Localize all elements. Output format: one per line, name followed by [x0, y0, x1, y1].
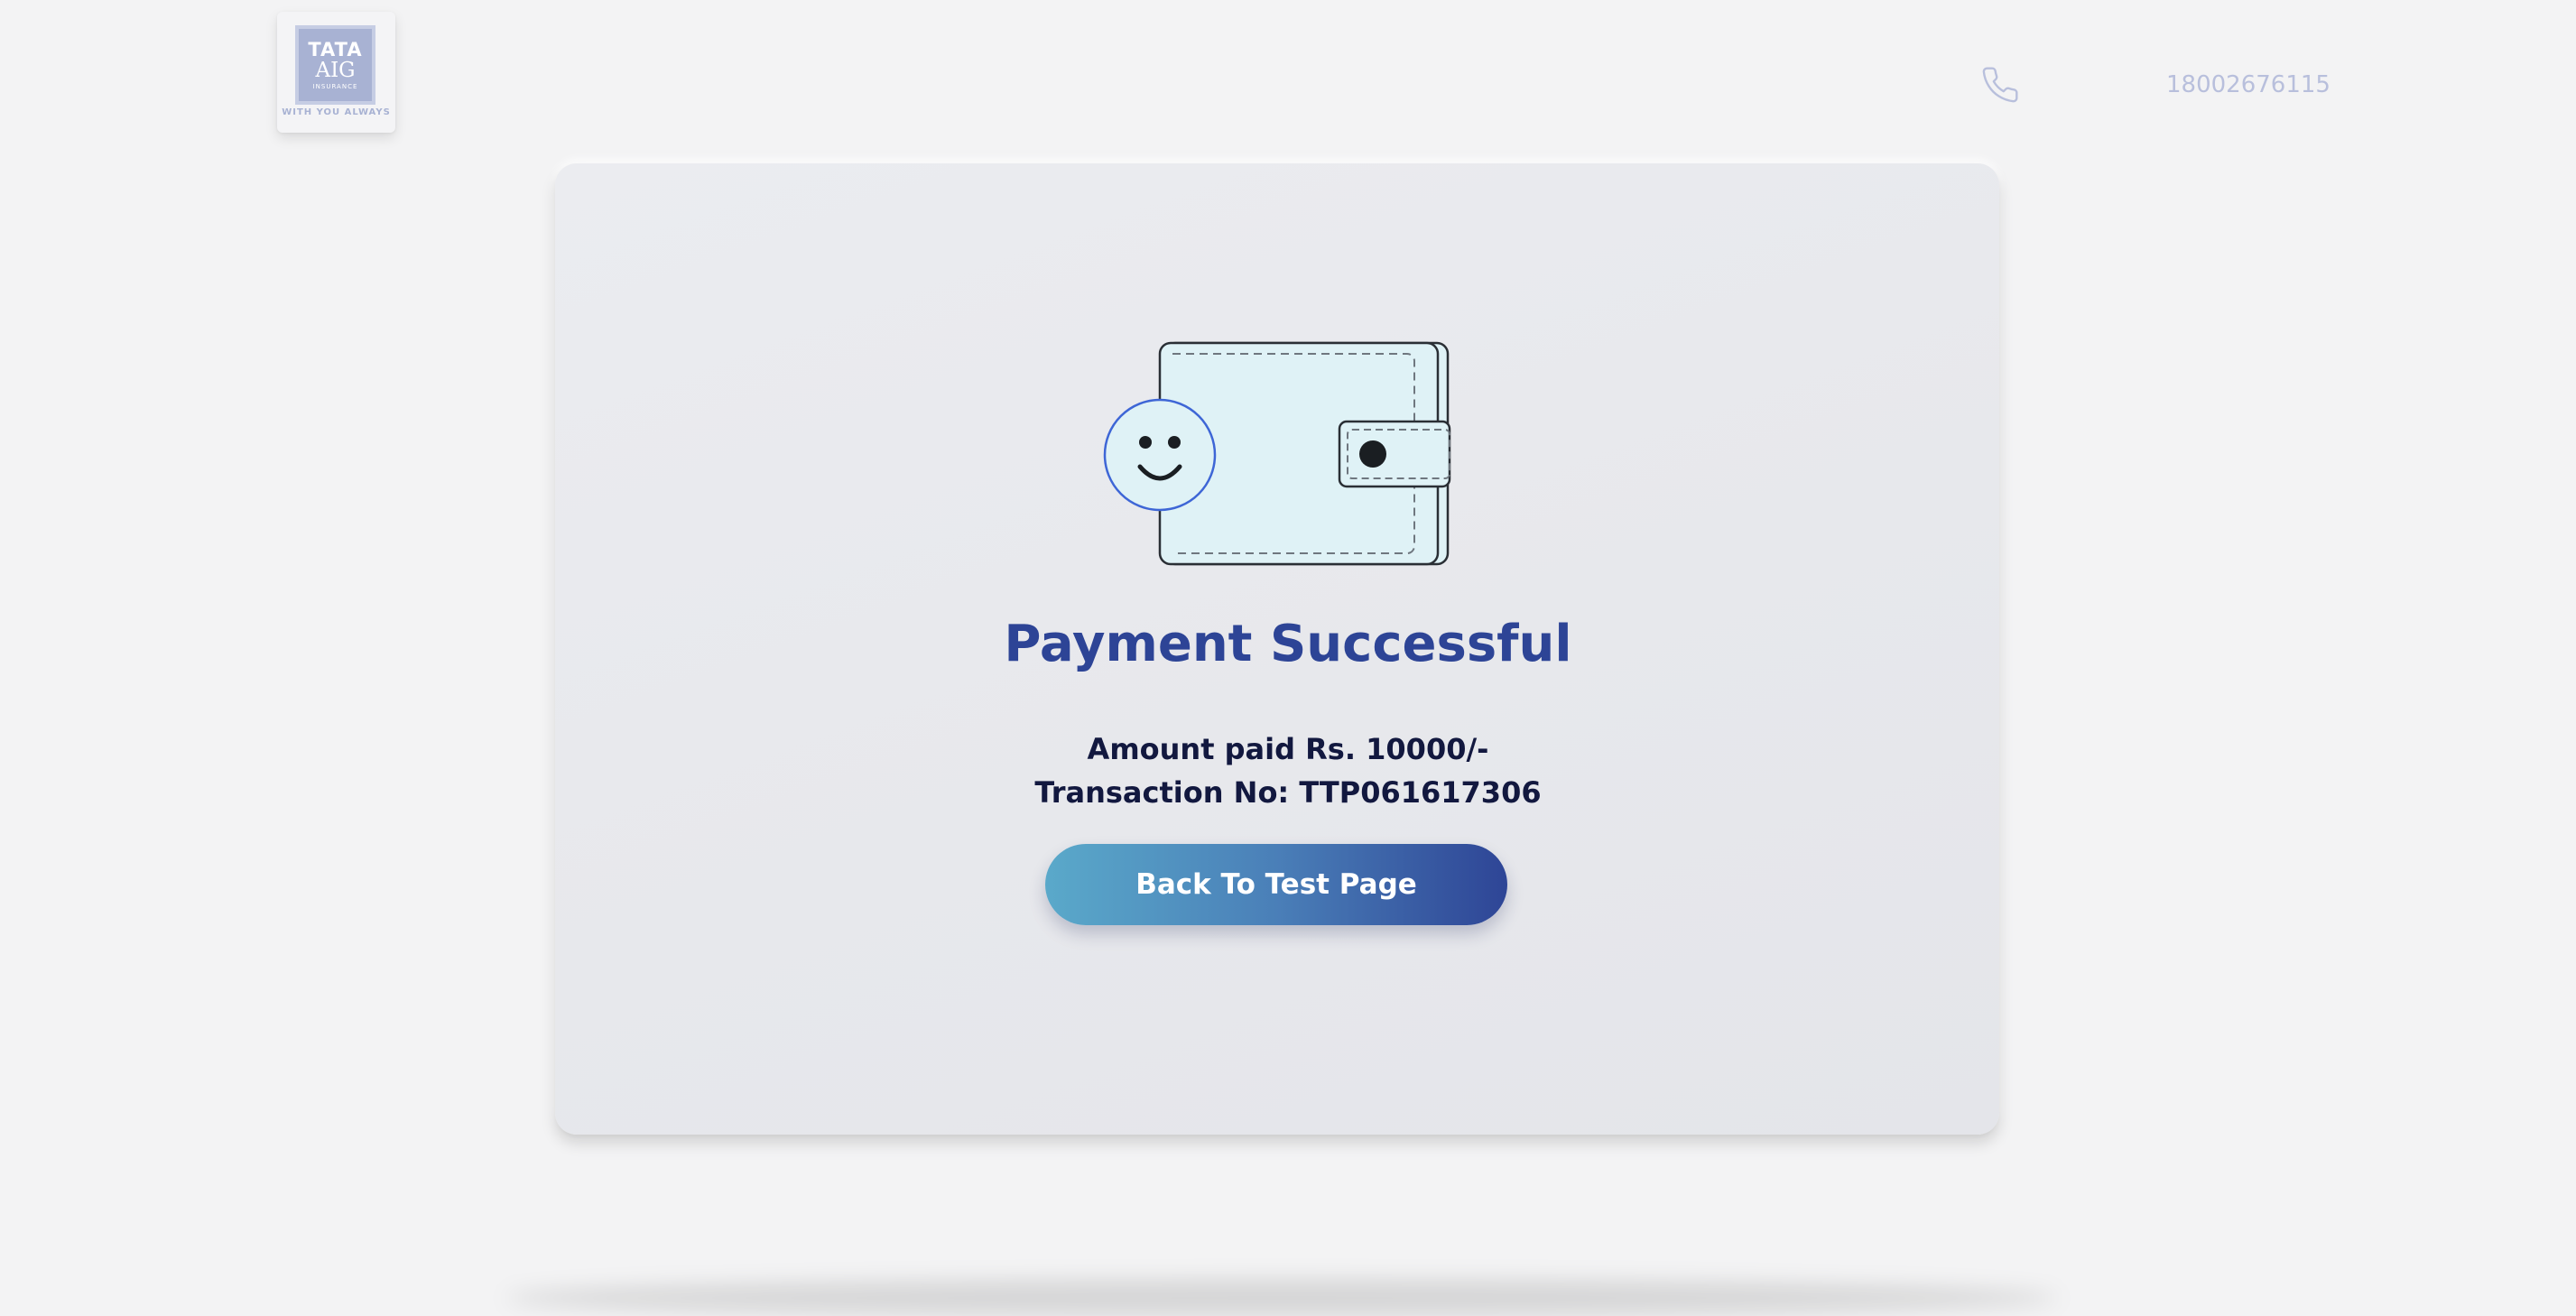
phone-number[interactable]: 18002676115	[2166, 69, 2330, 101]
payment-title: Payment Successful	[1004, 615, 1572, 673]
amount-paid-text: Amount paid Rs. 10000/-	[1087, 732, 1489, 766]
back-button-label: Back To Test Page	[1135, 868, 1417, 901]
back-to-test-page-button[interactable]: Back To Test Page	[1045, 844, 1507, 925]
logo-text-insurance: INSURANCE	[312, 82, 358, 90]
logo-text-tata: TATA	[308, 38, 363, 60]
logo-text-aig: AIG	[315, 58, 356, 82]
wallet-smiley-icon	[1103, 341, 1451, 566]
logo-tagline: WITH YOU ALWAYS	[282, 107, 391, 117]
logo-mark: TATA AIG INSURANCE	[295, 25, 375, 105]
transaction-number-text: Transaction No: TTP061617306	[1034, 775, 1542, 810]
phone-icon	[1982, 67, 2018, 103]
company-logo[interactable]: TATA AIG INSURANCE WITH YOU ALWAYS	[277, 12, 395, 133]
page-bottom-shadow	[505, 1280, 2058, 1316]
